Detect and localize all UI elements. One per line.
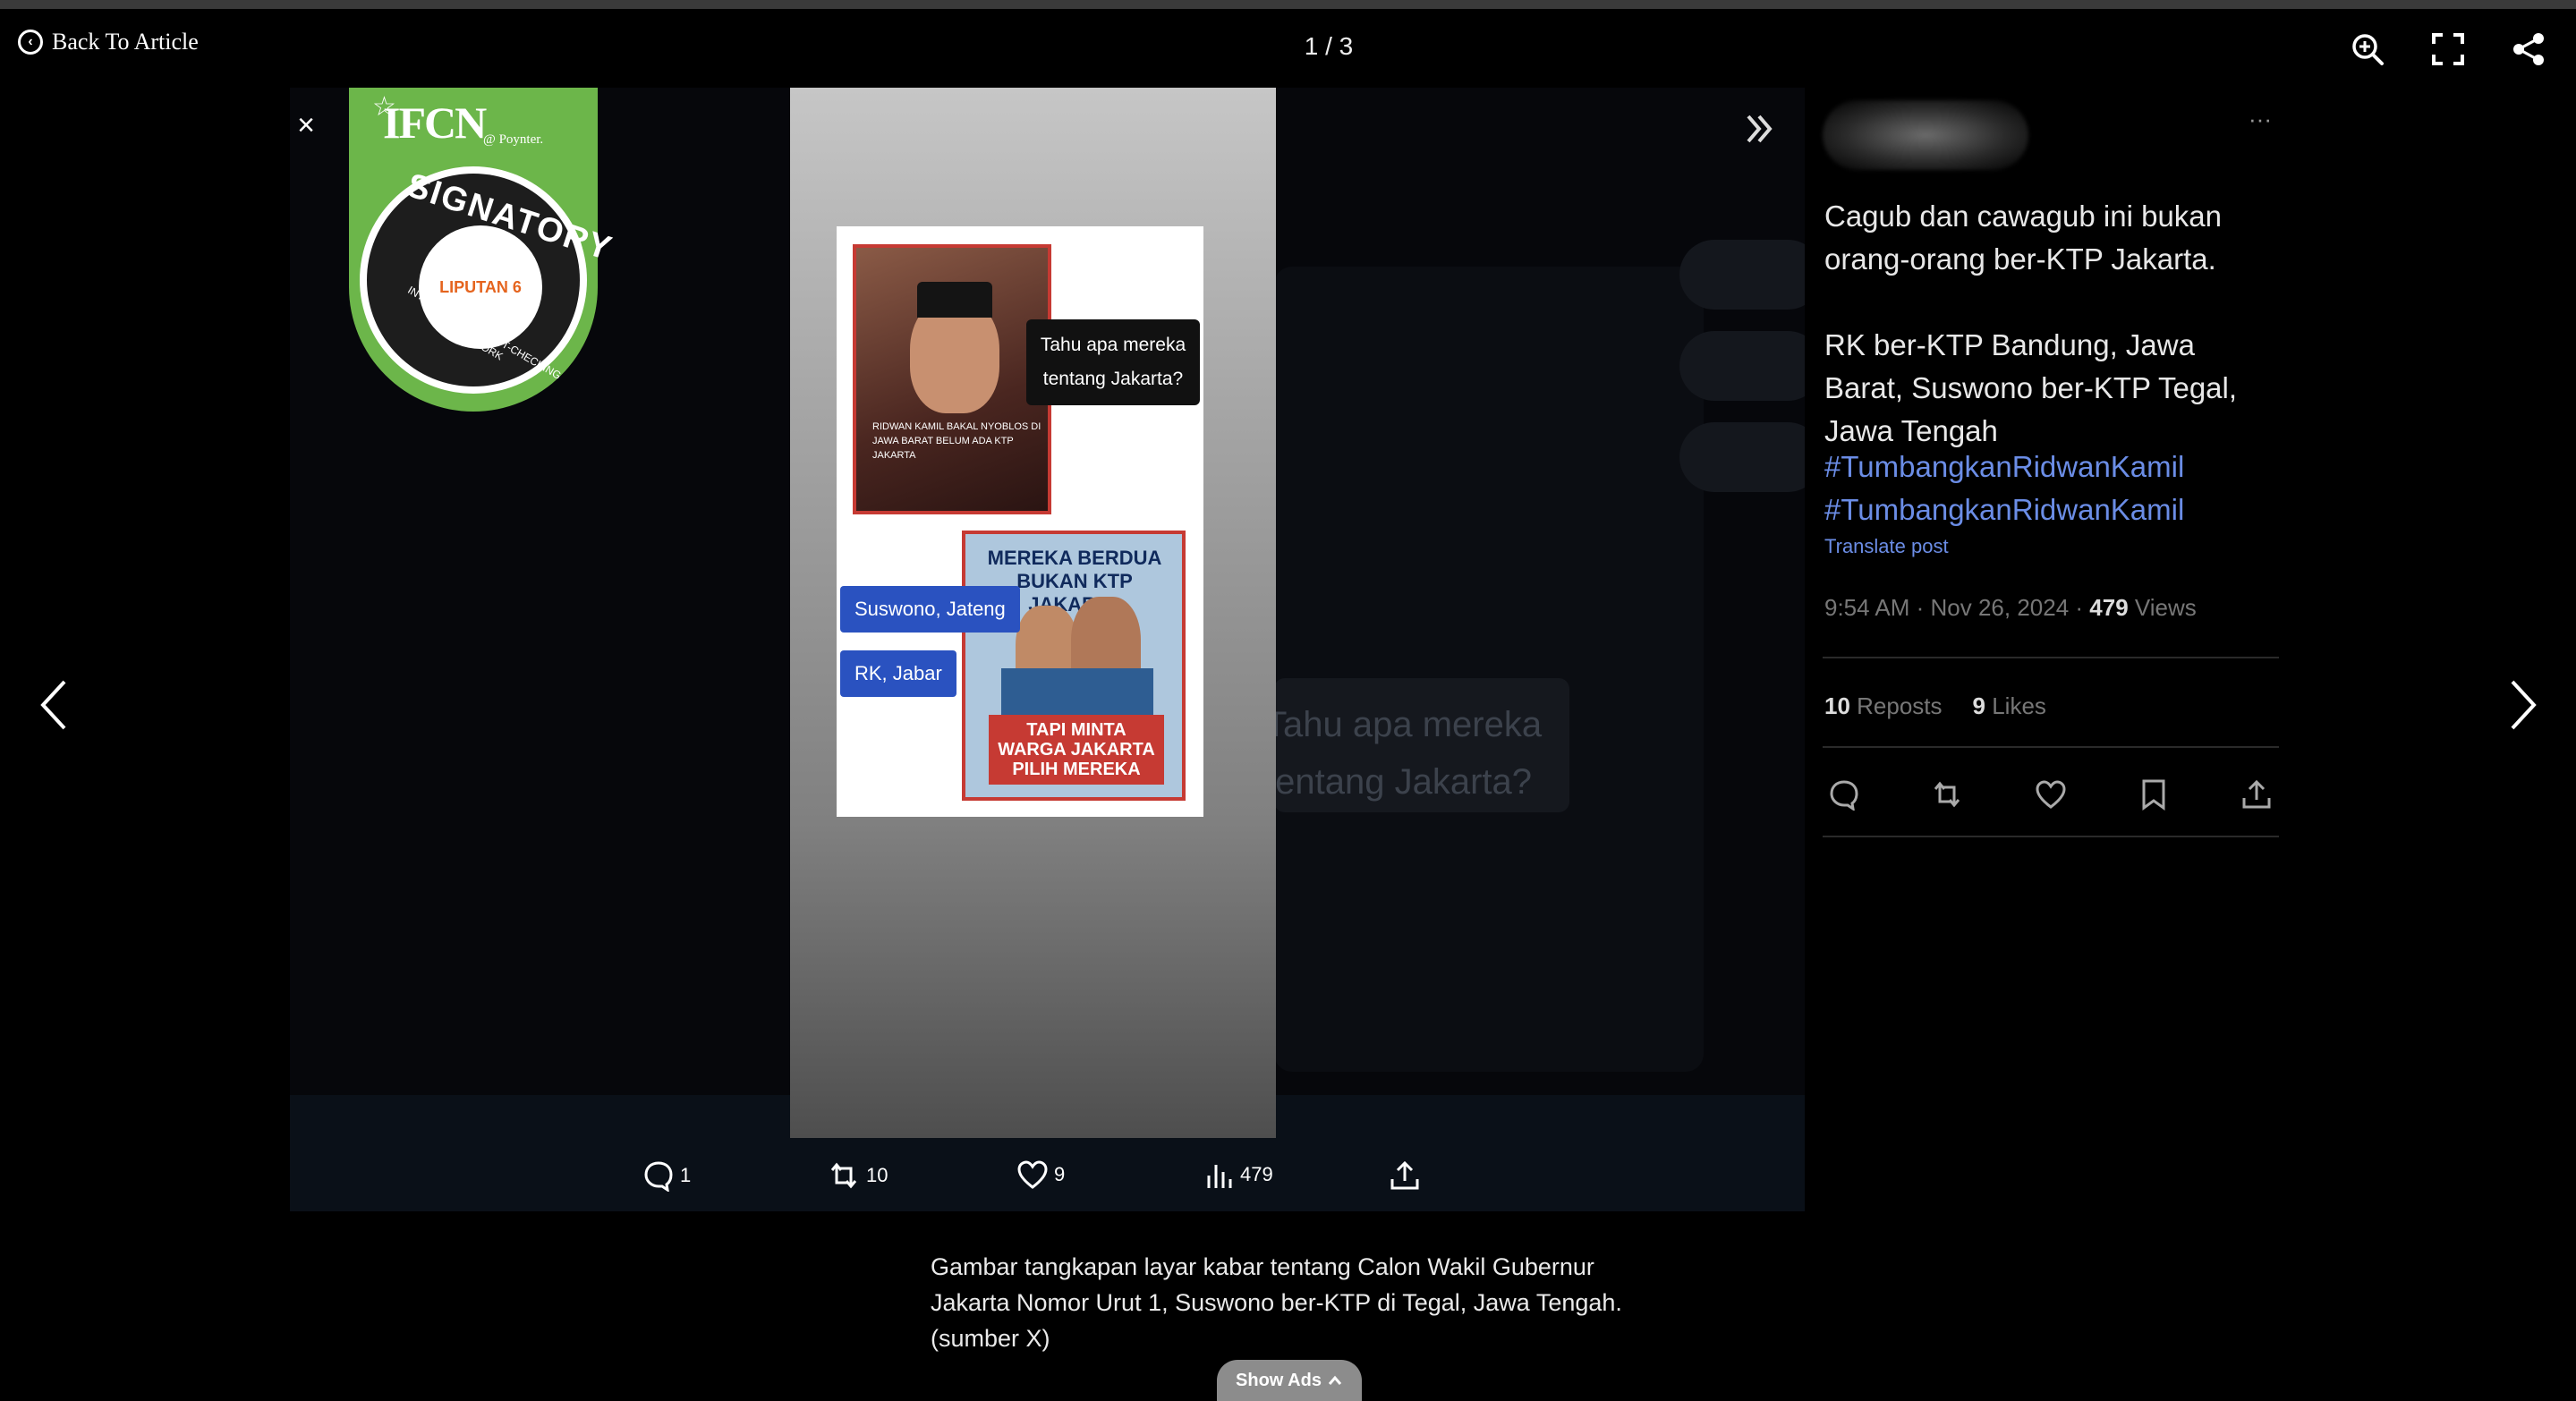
zoom-in-button[interactable]: [2347, 29, 2388, 70]
toolbar-actions: [2347, 29, 2549, 70]
close-button[interactable]: ×: [286, 106, 326, 145]
tweet-text: Cagub dan cawagub ini bukan orang-orang …: [1824, 200, 2238, 447]
phone-repost-count: 10: [827, 1159, 888, 1192]
meme-card: RIDWAN KAMIL BAKAL NYOBLOS DI JAWA BARAT…: [837, 226, 1203, 817]
double-chevron-right-icon: [1747, 115, 1773, 143]
slide-counter: 1 / 3: [1304, 32, 1354, 60]
show-ads-button[interactable]: Show Ads: [1217, 1360, 1362, 1401]
tweet-screenshot: ··· Cagub dan cawagub ini bukan orang-or…: [1805, 88, 2288, 839]
repost-icon: [1927, 775, 1967, 814]
image-caption: Gambar tangkapan layar kabar tentang Cal…: [931, 1253, 1622, 1352]
photo-caption: RIDWAN KAMIL BAKAL NYOBLOS DI JAWA BARAT…: [872, 421, 1041, 461]
background-ghost-pill: [1679, 422, 1805, 492]
more-options-icon: ···: [2249, 106, 2272, 132]
ifcn-wordmark: IFCN: [383, 98, 487, 148]
tweet-hashtags: #TumbangkanRidwanKamil #TumbangkanRidwan…: [1824, 450, 2185, 526]
heart-icon: [1017, 1160, 1048, 1189]
show-ads-label: Show Ads: [1236, 1370, 1322, 1390]
back-circle-icon: ‹: [18, 30, 43, 55]
blurred-author-name: [1823, 100, 2028, 170]
poster-tagline: TAPI MINTA WARGA JAKARTA PILIH MEREKA: [989, 715, 1164, 785]
ifcn-poynter: @ Poynter.: [483, 132, 544, 147]
phone-view-count: 479: [1204, 1159, 1273, 1190]
fullscreen-button[interactable]: [2427, 29, 2469, 70]
background-ghost-pill: [1679, 240, 1805, 310]
views-icon: [1207, 1165, 1232, 1188]
fullscreen-icon: [2432, 33, 2464, 65]
chevron-up-icon: [1328, 1375, 1342, 1385]
ridwan-kamil-photo: RIDWAN KAMIL BAKAL NYOBLOS DI JAWA BARAT…: [853, 244, 1051, 514]
background-ghost-text: Tahu apa mereka tentang Jakarta?: [1265, 705, 1543, 802]
ifcn-signatory-badge: ☆ IFCN @ Poynter. SIGNATORY INTERNATIONA…: [349, 88, 617, 412]
close-icon: ×: [297, 107, 315, 142]
share-button[interactable]: [2508, 29, 2549, 70]
translate-post-link: Translate post: [1824, 535, 1949, 557]
background-ghost-panel: [1274, 267, 1704, 1072]
top-border: [0, 0, 2576, 9]
chevron-left-icon: [40, 680, 66, 730]
previous-slide-button[interactable]: [27, 669, 81, 741]
campaign-poster: MEREKA BERDUA BUKAN KTP JAKARTA TAPI MIN…: [962, 531, 1186, 801]
bookmark-icon: [2134, 775, 2173, 814]
next-slide-button[interactable]: [2496, 669, 2550, 741]
tweet-timestamp: 9:54 AM · Nov 26, 2024 · 479 Views: [1824, 594, 2197, 621]
upload-icon: [1390, 1160, 1419, 1190]
phone-share: [1389, 1159, 1421, 1192]
back-to-article-label: Back To Article: [52, 29, 199, 55]
back-to-article-button[interactable]: ‹ Back To Article: [18, 29, 199, 55]
heart-icon: [2031, 775, 2070, 814]
tweet-action-icons: [1824, 775, 2276, 814]
chevron-right-icon: [2511, 680, 2537, 730]
liputan6-logo: LIPUTAN 6: [439, 277, 522, 296]
speech-bubble: Tahu apa mereka tentang Jakarta?: [1026, 319, 1200, 405]
reply-icon: [644, 1161, 673, 1192]
reply-icon: [1824, 775, 1864, 814]
tweet-stats: 10 Reposts 9 Likes: [1824, 692, 2046, 719]
chip-rk: RK, Jabar: [840, 650, 956, 697]
chip-suswono: Suswono, Jateng: [840, 586, 1020, 633]
repost-icon: [830, 1162, 857, 1189]
viewer-toolbar: ‹ Back To Article 1 / 3: [0, 9, 2576, 89]
phone-reply-count: 1: [642, 1159, 691, 1192]
phone-screenshot: RIDWAN KAMIL BAKAL NYOBLOS DI JAWA BARAT…: [790, 88, 1276, 1138]
share-icon: [2513, 33, 2544, 65]
phone-like-count: 9: [1016, 1159, 1065, 1190]
zoom-in-icon: [2352, 34, 2384, 65]
upload-icon: [2237, 775, 2276, 814]
background-ghost-pill: [1679, 331, 1805, 401]
